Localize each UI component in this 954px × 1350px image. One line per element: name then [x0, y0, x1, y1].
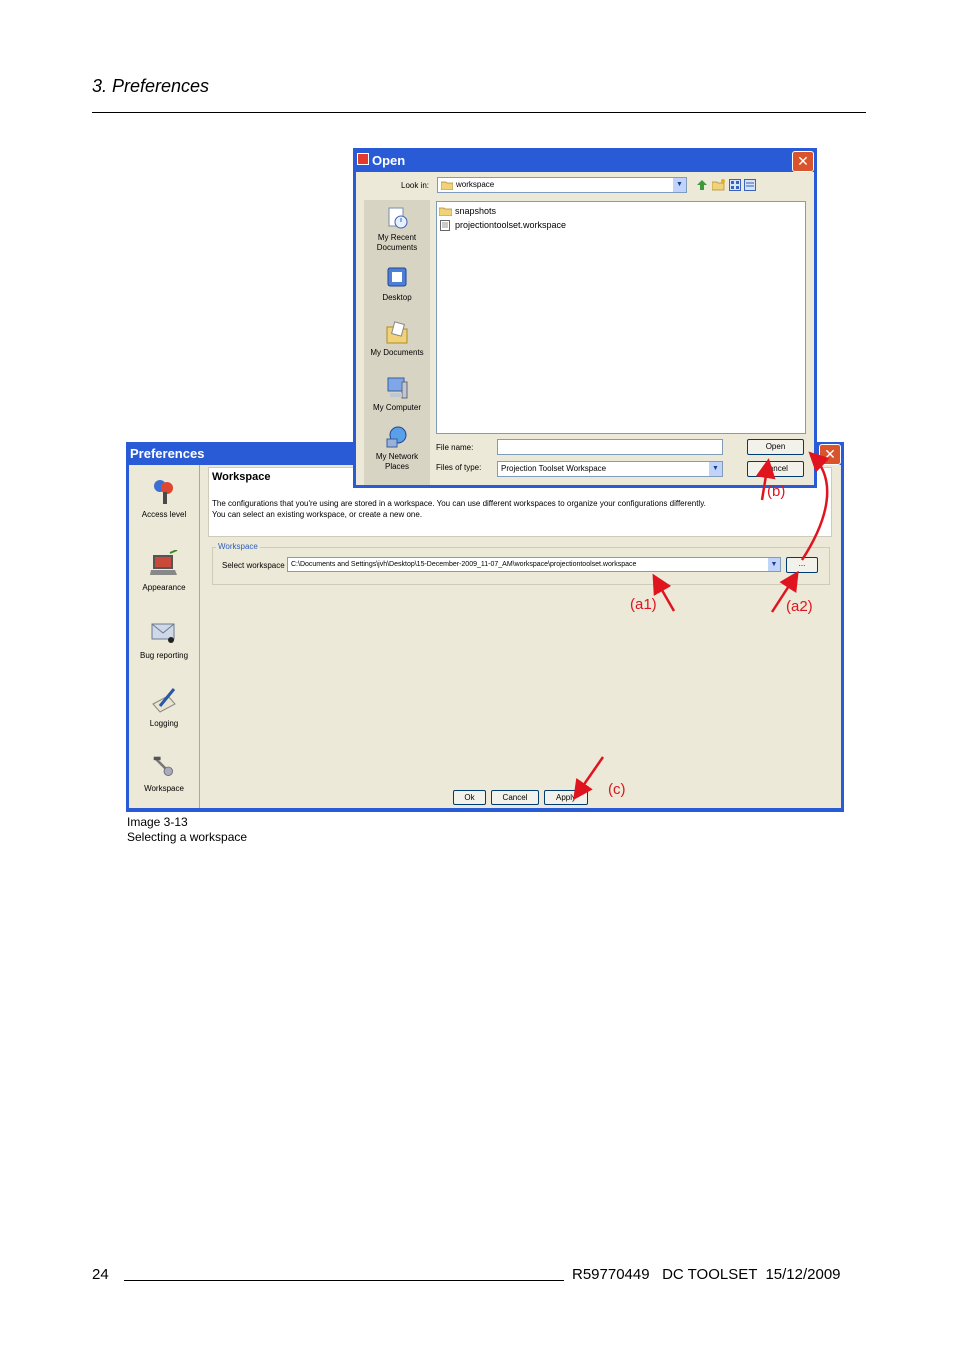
caption-text: Selecting a workspace: [127, 830, 248, 844]
document-reference: R59770449 DC TOOLSET 15/12/2009: [572, 1266, 841, 1283]
arrow-c: [573, 756, 605, 801]
caption-number: Image 3-13: [127, 815, 188, 829]
annotation-a2: (a2): [786, 598, 813, 615]
footer-rule: [124, 1280, 564, 1281]
arrow-a2-to-open: [800, 451, 830, 561]
page-number: 24: [92, 1266, 109, 1283]
annotation-a1: (a1): [630, 596, 657, 613]
annotation-arrows: [573, 451, 830, 801]
arrow-a1: [652, 573, 676, 612]
annotation-c: (c): [608, 781, 626, 798]
annotation-b: (b): [767, 483, 786, 500]
